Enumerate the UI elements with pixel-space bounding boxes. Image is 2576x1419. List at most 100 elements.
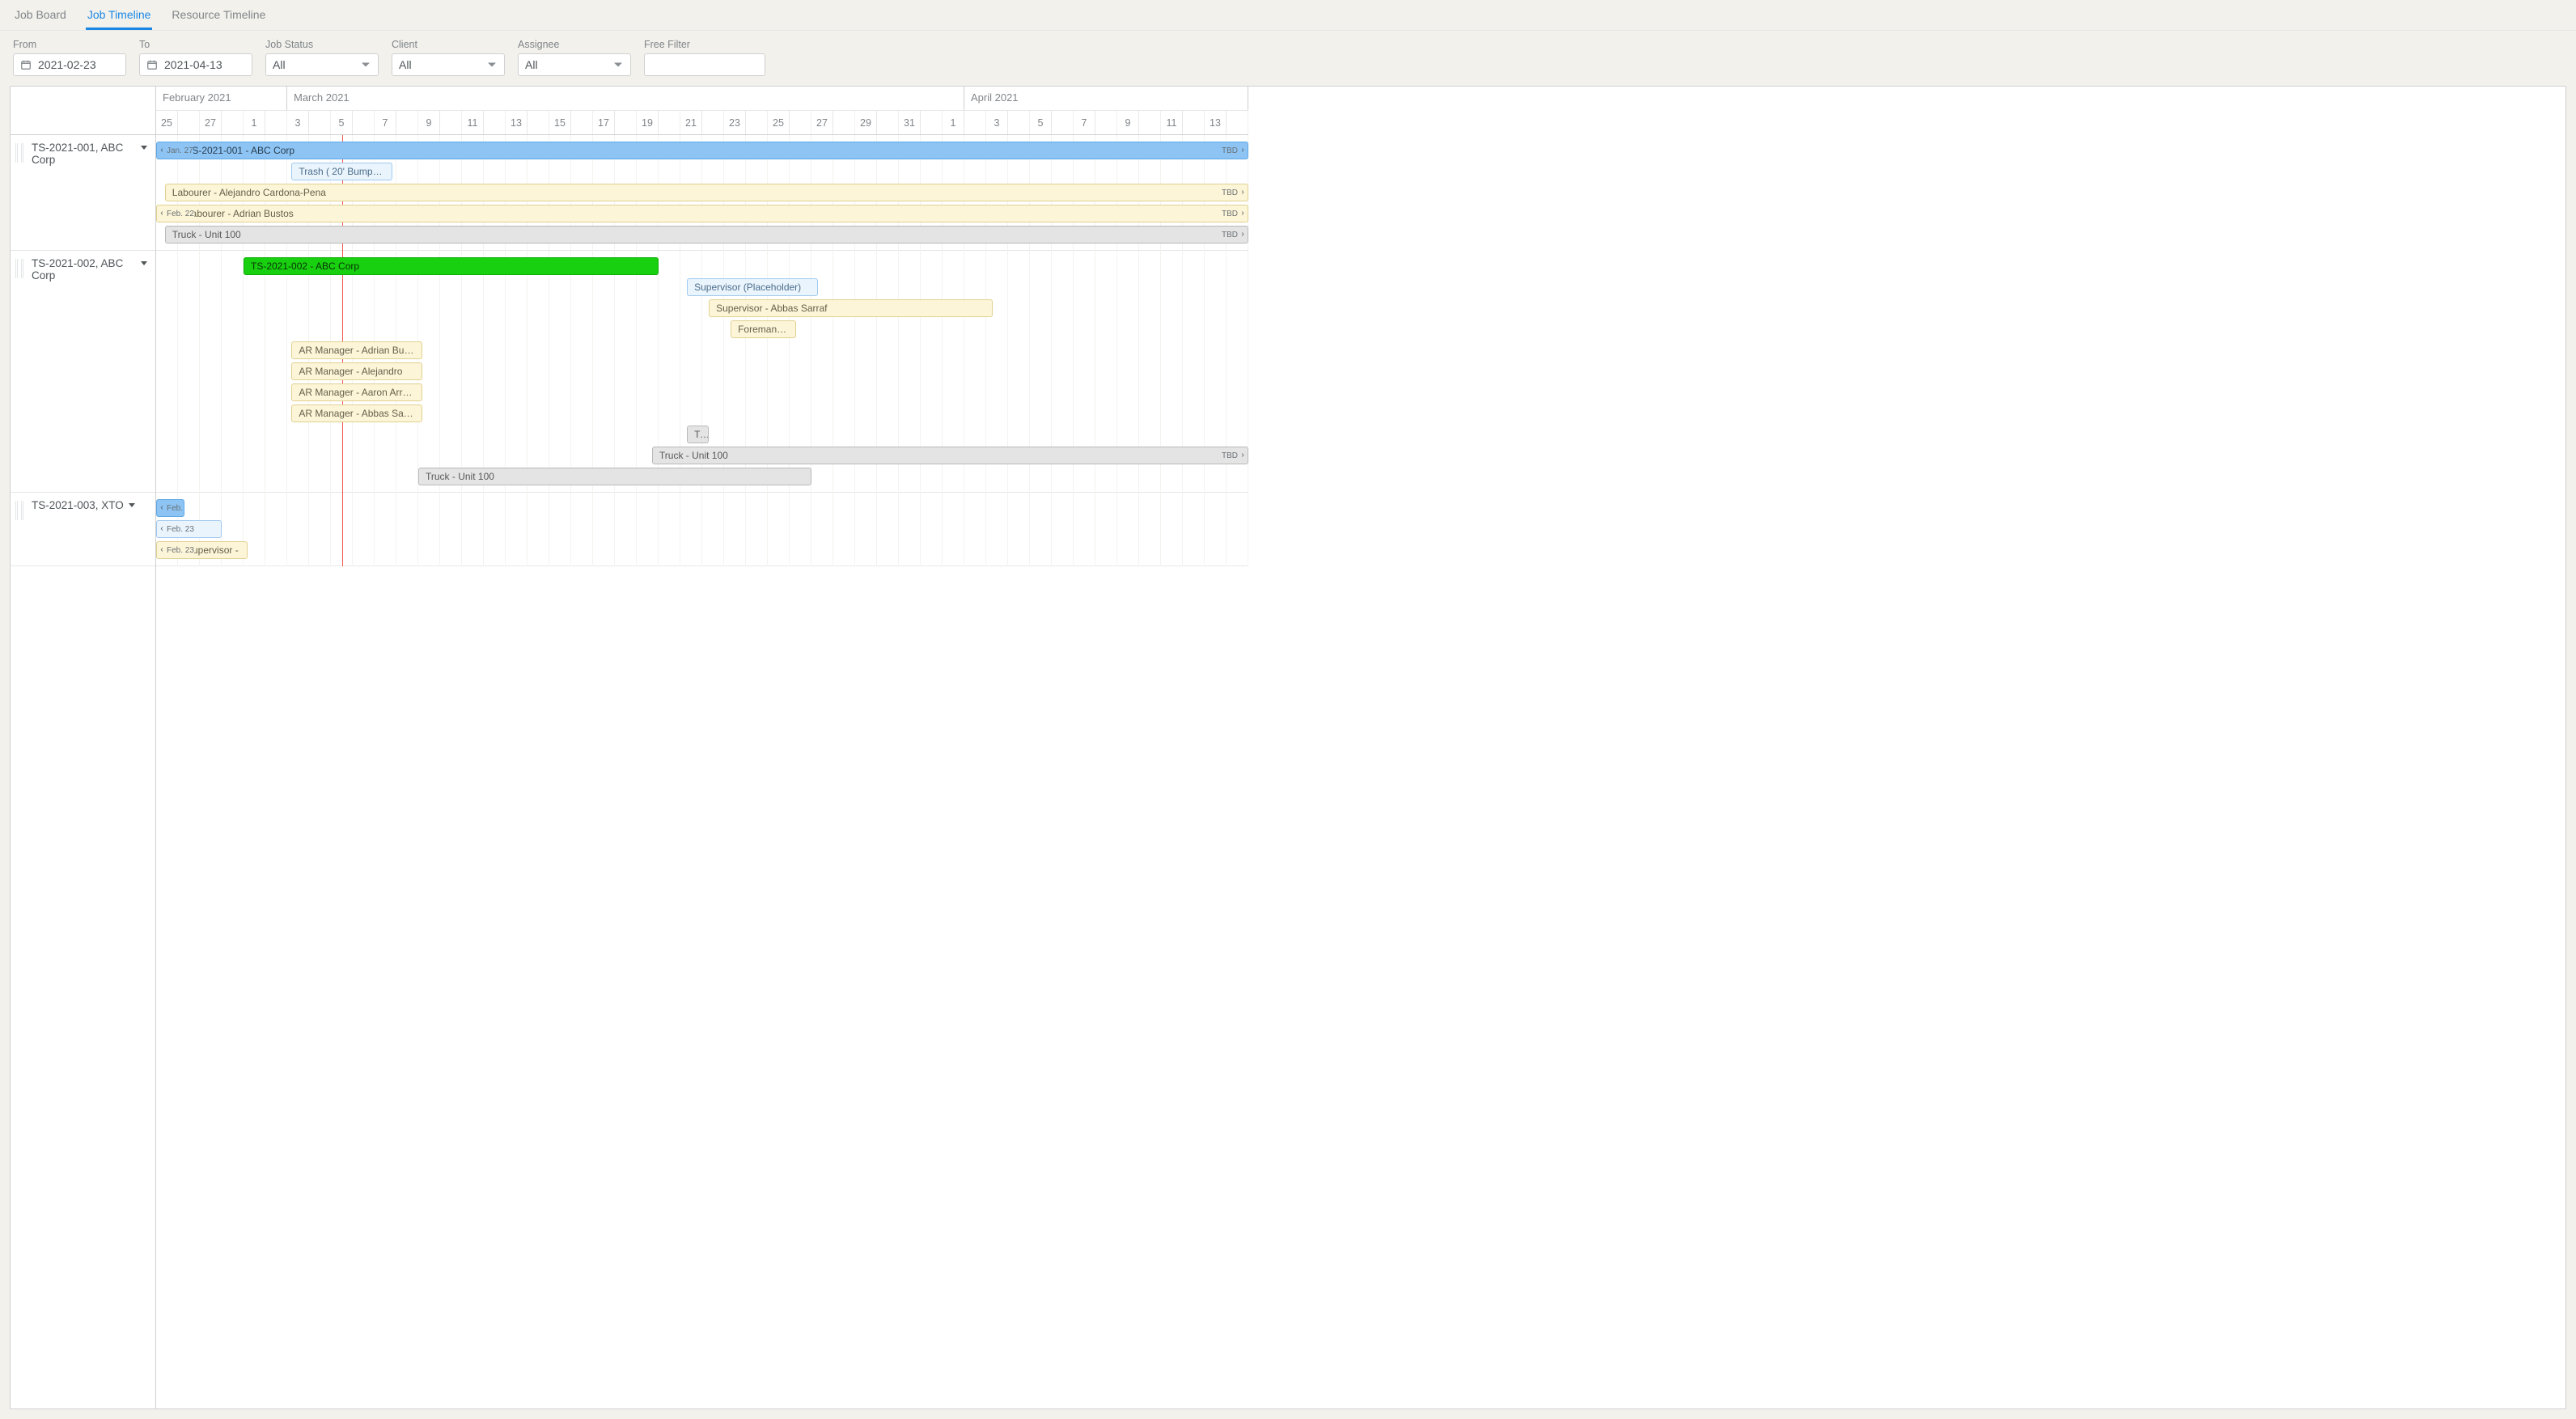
timeline-bar-label: TS-2021-001 - ABC Corp: [186, 145, 294, 156]
filter-status-label: Job Status: [265, 39, 379, 50]
timeline-bar[interactable]: Truck - Unit 100 ›TBD: [652, 447, 1248, 464]
filter-from: From 2021-02-23: [13, 39, 126, 76]
chevron-down-icon[interactable]: [129, 503, 135, 507]
day-header: [440, 111, 462, 134]
overflow-right-label: TBD: [1222, 185, 1238, 201]
timeline-bar[interactable]: Truck: [687, 426, 709, 443]
month-header: April 2021: [964, 87, 1248, 110]
day-header: 31: [899, 111, 921, 134]
chevron-down-icon[interactable]: [141, 261, 147, 265]
timeline-bar[interactable]: Foreman - John: [731, 320, 796, 338]
day-header: [1227, 111, 1248, 134]
from-date-value: 2021-02-23: [38, 58, 96, 71]
day-header: 15: [549, 111, 571, 134]
timeline-bar[interactable]: Supervisor - Abbas Sarraf: [709, 299, 993, 317]
timeline-bar-label: Labourer - Alejandro Cardona-Pena: [172, 187, 326, 198]
timeline-bar[interactable]: ‹Feb.: [156, 499, 184, 517]
overflow-right-label: TBD: [1222, 448, 1238, 464]
drag-handle-icon[interactable]: [15, 143, 23, 163]
chevron-right-icon: ›: [1238, 184, 1248, 201]
assignee-select[interactable]: All: [518, 53, 631, 76]
client-select[interactable]: All: [392, 53, 505, 76]
timeline-bar[interactable]: ‹Feb. 23: [156, 520, 222, 538]
timeline-bar[interactable]: Truck - Unit 100: [418, 468, 811, 485]
job-row-label[interactable]: TS-2021-002, ABC Corp: [11, 251, 155, 493]
chevron-left-icon: ‹: [157, 142, 167, 159]
free-filter-input[interactable]: [644, 53, 765, 76]
timeline-grid[interactable]: February 2021March 2021April 2021 252713…: [156, 87, 2565, 1408]
filter-free-label: Free Filter: [644, 39, 765, 50]
day-header: 7: [1074, 111, 1095, 134]
filter-client: Client All: [392, 39, 505, 76]
timeline-bar-label: Supervisor - Abbas Sarraf: [716, 303, 827, 314]
day-header: [222, 111, 244, 134]
chevron-right-icon: ›: [1238, 227, 1248, 243]
timeline-bar[interactable]: Labourer - Adrian Bustos‹Feb. 22›TBD: [156, 205, 1248, 222]
job-row-label[interactable]: TS-2021-003, XTO: [11, 493, 155, 566]
day-header: 7: [375, 111, 396, 134]
status-select[interactable]: All: [265, 53, 379, 76]
to-date-input[interactable]: 2021-04-13: [139, 53, 252, 76]
chevron-left-icon: ‹: [157, 205, 167, 222]
to-date-value: 2021-04-13: [164, 58, 222, 71]
day-header: 29: [855, 111, 877, 134]
job-row-label-text: TS-2021-003, XTO: [32, 499, 124, 511]
tab-job-board[interactable]: Job Board: [13, 0, 68, 30]
timeline-bar[interactable]: Trash ( 20' Bumper Pull ): [291, 163, 392, 180]
filters-row: From 2021-02-23 To 2021-04-13 Job Status…: [0, 31, 2576, 86]
day-header: 11: [462, 111, 484, 134]
timeline-bar[interactable]: Supervisor -‹Feb. 23: [156, 541, 248, 559]
filter-status: Job Status All: [265, 39, 379, 76]
drag-handle-icon[interactable]: [15, 501, 23, 520]
timeline-bar[interactable]: Labourer - Alejandro Cardona-Pena ›TBD: [165, 184, 1248, 201]
timeline-bar[interactable]: AR Manager - Abbas Sarraf: [291, 405, 422, 422]
chevron-left-icon: ‹: [157, 521, 167, 537]
filter-to: To 2021-04-13: [139, 39, 252, 76]
timeline-bar[interactable]: AR Manager - Adrian Bustos: [291, 341, 422, 359]
day-header: 25: [768, 111, 790, 134]
day-header: [571, 111, 593, 134]
filter-to-label: To: [139, 39, 252, 50]
tab-job-timeline[interactable]: Job Timeline: [86, 0, 153, 30]
job-row-label[interactable]: TS-2021-001, ABC Corp: [11, 135, 155, 251]
timeline-bar[interactable]: AR Manager - Aaron Arroyo: [291, 383, 422, 401]
timeline-bar[interactable]: AR Manager - Alejandro: [291, 362, 422, 380]
day-header: 13: [1205, 111, 1227, 134]
chevron-down-icon[interactable]: [141, 146, 147, 150]
day-header: 5: [1030, 111, 1052, 134]
chevron-right-icon: ›: [1238, 447, 1248, 464]
timeline-bar[interactable]: TS-2021-002 - ABC Corp: [244, 257, 659, 275]
day-header: 27: [200, 111, 222, 134]
month-header: March 2021: [287, 87, 964, 110]
timeline-bar-label: Truck - Unit 100: [426, 471, 494, 482]
tab-resource-timeline[interactable]: Resource Timeline: [170, 0, 267, 30]
timeline-bar-label: Labourer - Adrian Bustos: [186, 208, 294, 219]
day-header: 1: [943, 111, 964, 134]
day-header: 3: [986, 111, 1008, 134]
day-header: 1: [244, 111, 265, 134]
job-row: TS-2021-002 - ABC Corp Supervisor (Placeh…: [156, 251, 1248, 493]
overflow-right-label: TBD: [1222, 206, 1238, 222]
days-header: 2527135791113151719212325272931135791113: [156, 111, 1248, 135]
from-date-input[interactable]: 2021-02-23: [13, 53, 126, 76]
overflow-right-label: TBD: [1222, 143, 1238, 159]
timeline-bar-label: TS-2021-002 - ABC Corp: [251, 261, 359, 272]
timeline-bar-label: Truck - Unit 100: [659, 450, 728, 461]
overflow-left-label: Feb. 23: [167, 522, 194, 538]
tab-bar: Job Board Job Timeline Resource Timeline: [0, 0, 2576, 31]
filter-assignee: Assignee All: [518, 39, 631, 76]
timeline-bar[interactable]: Truck - Unit 100›TBD: [165, 226, 1248, 244]
day-header: [1052, 111, 1074, 134]
day-header: [1139, 111, 1161, 134]
timeline-container[interactable]: TS-2021-001, ABC CorpTS-2021-002, ABC Co…: [10, 86, 2566, 1409]
day-header: [877, 111, 899, 134]
row-labels-column: TS-2021-001, ABC CorpTS-2021-002, ABC Co…: [11, 87, 156, 1408]
timeline-bar-label: AR Manager - Abbas Sarraf: [299, 408, 417, 419]
timeline-bar[interactable]: Supervisor (Placeholder): [687, 278, 818, 296]
day-header: [702, 111, 724, 134]
day-header: [615, 111, 637, 134]
day-header: 3: [287, 111, 309, 134]
day-header: [484, 111, 506, 134]
timeline-bar[interactable]: TS-2021-001 - ABC Corp‹Jan. 27›TBD: [156, 142, 1248, 159]
drag-handle-icon[interactable]: [15, 259, 23, 278]
